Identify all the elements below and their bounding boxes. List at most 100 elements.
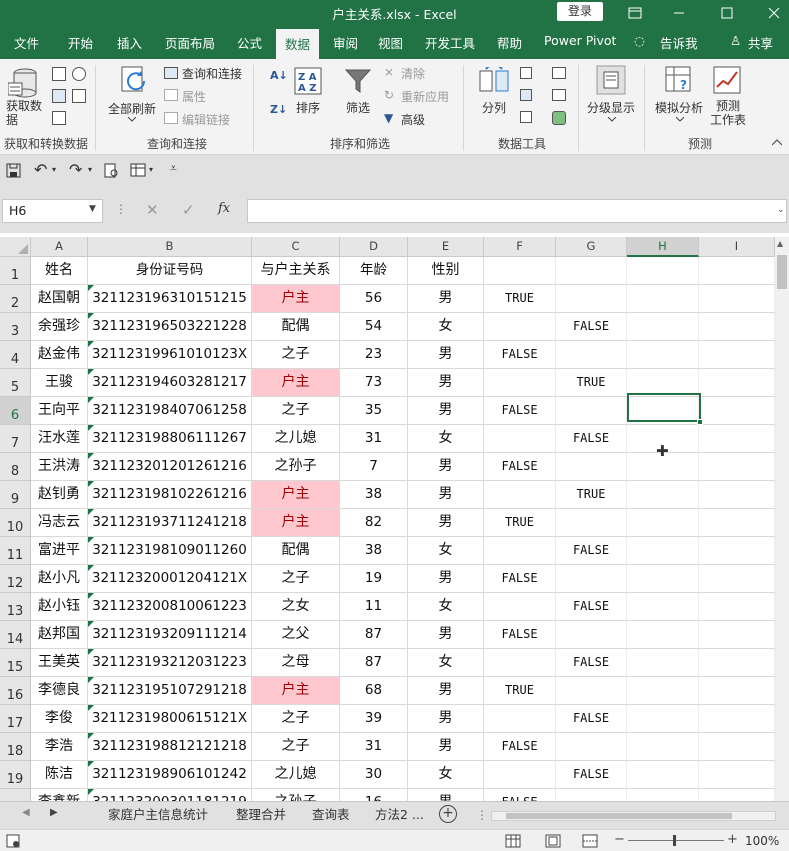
normal-view-icon[interactable] — [505, 834, 521, 848]
cell[interactable] — [484, 313, 556, 341]
row-header[interactable]: 2 — [0, 285, 31, 313]
cell[interactable] — [484, 705, 556, 733]
row-header[interactable]: 19 — [0, 761, 31, 789]
cell[interactable] — [699, 593, 775, 621]
cell[interactable] — [699, 481, 775, 509]
cell[interactable] — [699, 369, 775, 397]
cell[interactable]: 男 — [408, 369, 484, 397]
column-header[interactable]: I — [699, 237, 775, 257]
sort-ascending-icon[interactable]: A↓ — [270, 69, 288, 82]
cell[interactable]: 户主 — [252, 481, 340, 509]
cell[interactable] — [627, 593, 699, 621]
cell[interactable]: 户主 — [252, 677, 340, 705]
cell[interactable] — [627, 257, 699, 285]
cell[interactable] — [556, 677, 627, 705]
cell[interactable]: FALSE — [556, 537, 627, 565]
cell[interactable]: 321123198812121218 — [88, 733, 252, 761]
cell[interactable]: 321123198102261216 — [88, 481, 252, 509]
cell[interactable]: 女 — [408, 593, 484, 621]
cell[interactable]: 321123198407061258 — [88, 397, 252, 425]
cell[interactable] — [556, 621, 627, 649]
cell[interactable]: 李俊 — [31, 705, 88, 733]
cell[interactable]: 68 — [340, 677, 408, 705]
column-header[interactable]: D — [340, 237, 408, 257]
cell[interactable]: 女 — [408, 313, 484, 341]
cell[interactable]: 富进平 — [31, 537, 88, 565]
cell[interactable]: 之儿媳 — [252, 761, 340, 789]
column-header[interactable]: E — [408, 237, 484, 257]
row-header[interactable]: 17 — [0, 705, 31, 733]
cell[interactable]: 户主 — [252, 369, 340, 397]
row-header[interactable]: 4 — [0, 341, 31, 369]
form-dropdown-icon[interactable]: ▾ — [149, 165, 153, 174]
cell[interactable] — [484, 425, 556, 453]
cell[interactable] — [627, 285, 699, 313]
cell[interactable]: 赵邦国 — [31, 621, 88, 649]
cell[interactable] — [699, 341, 775, 369]
cell[interactable] — [699, 285, 775, 313]
minimize-icon[interactable] — [662, 0, 696, 25]
column-header[interactable]: B — [88, 237, 252, 257]
cell[interactable] — [627, 649, 699, 677]
close-icon[interactable] — [757, 0, 789, 25]
cell[interactable]: 赵国朝 — [31, 285, 88, 313]
cell[interactable] — [699, 257, 775, 285]
tab-item[interactable]: 页面布局 — [165, 33, 215, 52]
existing-connections-icon[interactable] — [52, 111, 66, 125]
cell[interactable] — [627, 621, 699, 649]
cancel-icon[interactable]: ✕ — [146, 201, 159, 219]
cell[interactable] — [699, 677, 775, 705]
cell[interactable]: 32112319961010123X — [88, 341, 252, 369]
cell[interactable]: TRUE — [556, 481, 627, 509]
cell[interactable]: 38 — [340, 481, 408, 509]
reapply-button[interactable]: 重新应用 — [401, 88, 449, 105]
zoom-slider-thumb[interactable] — [673, 835, 676, 846]
cell[interactable]: 16 — [340, 789, 408, 801]
chevron-down-icon[interactable] — [608, 117, 616, 123]
relationships-icon[interactable] — [552, 89, 566, 101]
cell[interactable]: 之子 — [252, 733, 340, 761]
cell[interactable] — [627, 341, 699, 369]
cell[interactable] — [699, 565, 775, 593]
cell[interactable]: 女 — [408, 425, 484, 453]
cell[interactable]: FALSE — [556, 705, 627, 733]
cell[interactable] — [699, 705, 775, 733]
cell[interactable]: FALSE — [556, 761, 627, 789]
cell[interactable] — [556, 341, 627, 369]
cell[interactable]: 男 — [408, 341, 484, 369]
cell[interactable]: FALSE — [484, 453, 556, 481]
row-header[interactable]: 9 — [0, 481, 31, 509]
cell[interactable] — [627, 677, 699, 705]
cell[interactable] — [699, 621, 775, 649]
cell[interactable] — [556, 733, 627, 761]
vertical-scrollbar[interactable]: ▲ — [775, 237, 789, 801]
cell[interactable]: 56 — [340, 285, 408, 313]
row-header[interactable]: 15 — [0, 649, 31, 677]
cell[interactable]: TRUE — [556, 369, 627, 397]
undo-icon[interactable]: ↶ — [34, 160, 47, 179]
cell[interactable]: 30 — [340, 761, 408, 789]
row-header[interactable]: 20 — [0, 789, 31, 801]
what-if-button[interactable]: 模拟分析 — [655, 99, 703, 116]
from-table-icon[interactable] — [52, 89, 66, 103]
cell[interactable]: 之女 — [252, 593, 340, 621]
save-icon[interactable] — [6, 163, 21, 178]
filter-button[interactable]: 筛选 — [346, 99, 370, 116]
fill-handle[interactable] — [697, 419, 703, 425]
sheet-tab[interactable]: 方法2 ... — [367, 802, 432, 828]
cell[interactable]: 男 — [408, 733, 484, 761]
cell[interactable]: 321123198906101242 — [88, 761, 252, 789]
cell[interactable]: 321123193212031223 — [88, 649, 252, 677]
cell[interactable]: 31 — [340, 733, 408, 761]
row-header[interactable]: 16 — [0, 677, 31, 705]
macro-record-icon[interactable] — [6, 834, 20, 848]
cell[interactable]: 11 — [340, 593, 408, 621]
chevron-down-icon[interactable] — [128, 117, 136, 123]
cell[interactable]: 321123195107291218 — [88, 677, 252, 705]
cell[interactable]: 配偶 — [252, 313, 340, 341]
from-text-icon[interactable] — [52, 67, 66, 81]
data-validation-icon[interactable] — [520, 111, 532, 123]
cell[interactable]: FALSE — [484, 341, 556, 369]
cell[interactable]: 与户主关系 — [252, 257, 340, 285]
row-header[interactable]: 11 — [0, 537, 31, 565]
